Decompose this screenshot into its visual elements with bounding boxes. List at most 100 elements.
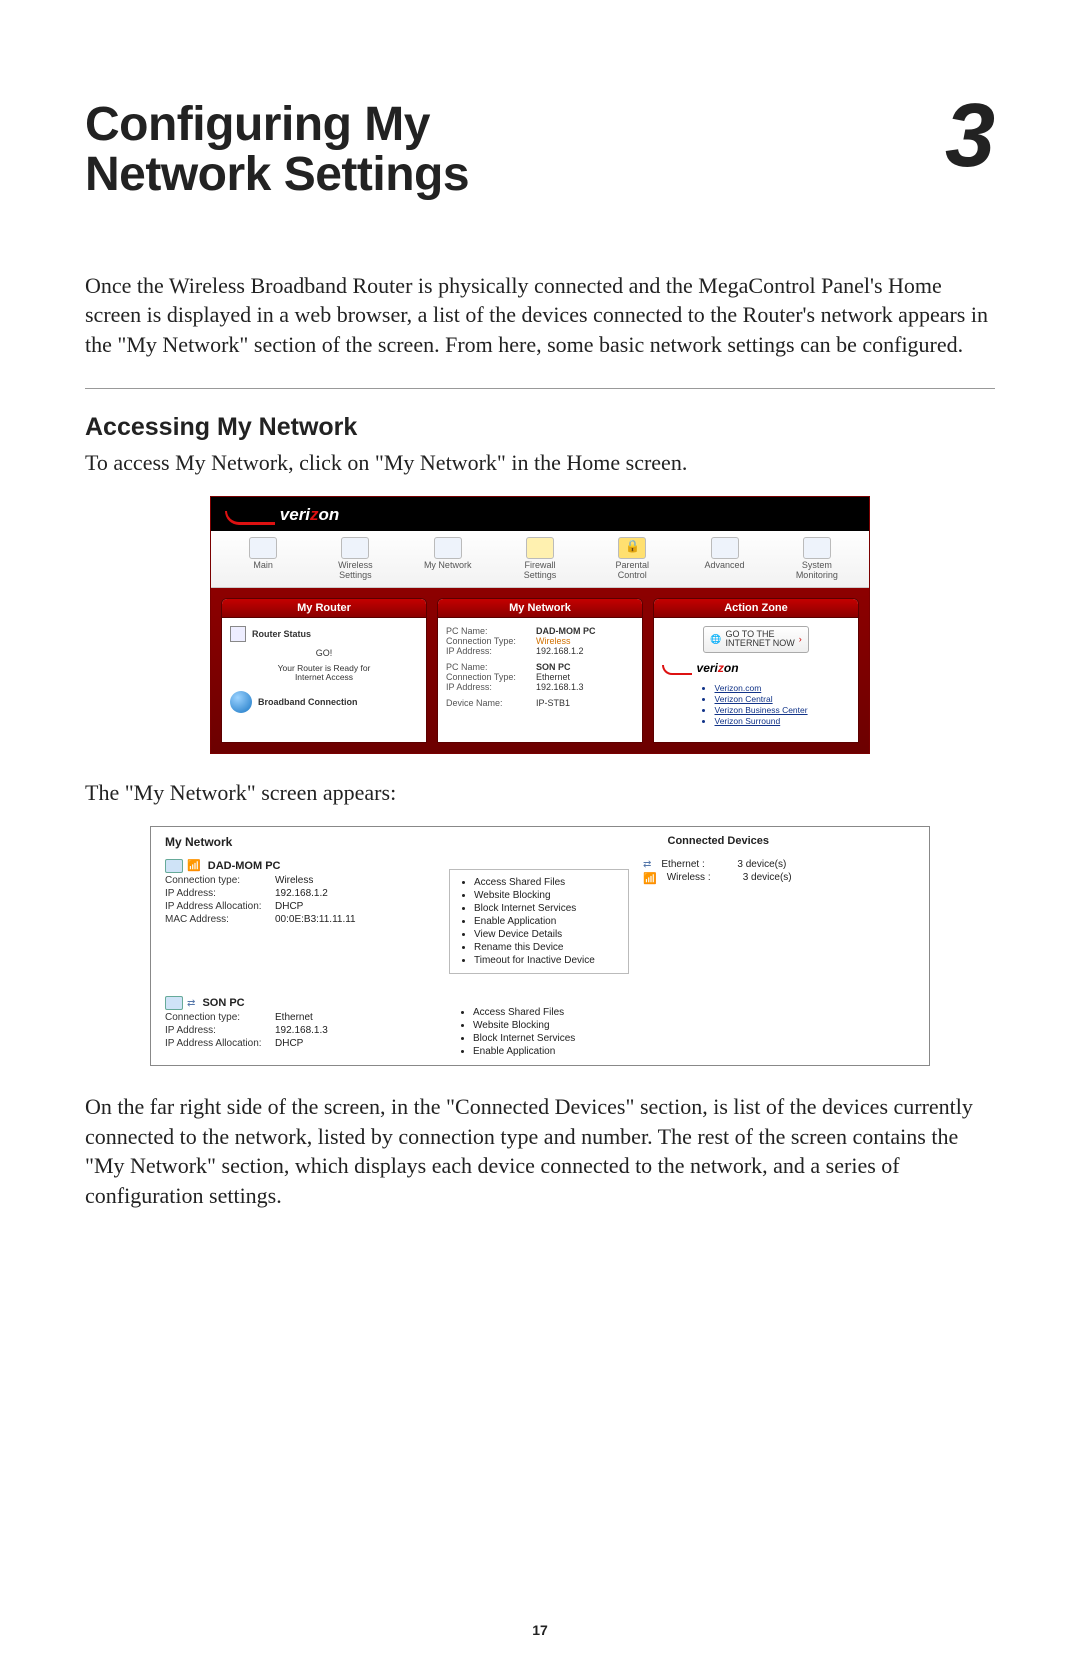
tab-main[interactable]: Main bbox=[217, 537, 309, 581]
closing-paragraph: On the far right side of the screen, in … bbox=[85, 1092, 995, 1211]
action-link[interactable]: View Device Details bbox=[474, 928, 618, 941]
intro-paragraph: Once the Wireless Broadband Router is ph… bbox=[85, 271, 995, 360]
kv-val: 192.168.1.3 bbox=[275, 1025, 328, 1036]
go-label[interactable]: GO! bbox=[230, 648, 418, 658]
chapter-title-line2: Network Settings bbox=[85, 150, 469, 200]
verizon-swoosh-icon bbox=[662, 665, 692, 675]
ethernet-icon: ⇄ bbox=[187, 998, 195, 1009]
action-link[interactable]: Timeout for Inactive Device bbox=[474, 954, 618, 967]
kv-val: DHCP bbox=[275, 1038, 303, 1049]
link-verizon-surround[interactable]: Verizon Surround bbox=[702, 716, 850, 726]
panel-action-zone: Action Zone 🌐 GO TO THE INTERNET NOW › v… bbox=[653, 598, 859, 743]
connected-devices-title: Connected Devices bbox=[668, 835, 769, 847]
tab-main-label: Main bbox=[253, 560, 273, 570]
dev-name-value: SON PC bbox=[536, 662, 571, 672]
link-verizon-central[interactable]: Verizon Central bbox=[702, 694, 850, 704]
panel-my-network: My Network PC Name:DAD-MOM PC Connection… bbox=[437, 598, 643, 743]
action-link[interactable]: Access Shared Files bbox=[473, 1006, 619, 1019]
link-verizon-business[interactable]: Verizon Business Center bbox=[702, 705, 850, 715]
connected-counts: ⇄Ethernet :3 device(s) 📶Wireless :3 devi… bbox=[643, 859, 853, 984]
chapter-header: Configuring My Network Settings 3 bbox=[85, 100, 995, 201]
router-status-label: Router Status bbox=[252, 629, 311, 639]
wifi-icon: 📶 bbox=[187, 860, 201, 872]
kv-val: DHCP bbox=[275, 901, 303, 912]
broadband-label: Broadband Connection bbox=[258, 697, 358, 707]
globe-icon bbox=[230, 691, 252, 713]
kv-key: IP Address: bbox=[165, 888, 275, 899]
between-caption: The "My Network" screen appears: bbox=[85, 780, 995, 806]
dev-name-value: IP-STB1 bbox=[536, 698, 570, 708]
verizon-swoosh-icon bbox=[225, 511, 275, 525]
chapter-title-line1: Configuring My bbox=[85, 100, 469, 150]
device-name: DAD-MOM PC bbox=[208, 860, 281, 872]
count-value: 3 device(s) bbox=[743, 872, 792, 885]
chevron-right-icon: › bbox=[799, 634, 802, 644]
network-icon bbox=[434, 537, 462, 559]
device-entry: PC Name:SON PC Connection Type:Ethernet … bbox=[446, 662, 634, 692]
kv-val: Ethernet bbox=[275, 1012, 313, 1023]
dev-ip-value: 192.168.1.2 bbox=[536, 646, 584, 656]
dashboard-toolbar: Main Wireless Settings My Network Firewa… bbox=[211, 531, 869, 588]
tab-advanced[interactable]: Advanced bbox=[678, 537, 770, 581]
fig2-title: My Network bbox=[165, 835, 915, 849]
figure-router-dashboard: verizon Main Wireless Settings My Networ… bbox=[210, 496, 870, 754]
verizon-header-bar: verizon bbox=[211, 497, 869, 531]
device-name: SON PC bbox=[202, 997, 244, 1009]
device-detail: ⇄ SON PC Connection type:Ethernet IP Add… bbox=[165, 996, 435, 1066]
kv-val: Wireless bbox=[275, 875, 313, 886]
tab-system-monitoring[interactable]: System Monitoring bbox=[771, 537, 863, 581]
dev-ip-label: IP Address: bbox=[446, 682, 536, 692]
link-verizon-com[interactable]: Verizon.com bbox=[702, 683, 850, 693]
device-actions: Access Shared Files Website Blocking Blo… bbox=[449, 1006, 629, 1064]
logo-text-b: z bbox=[310, 505, 319, 524]
dev-ct-value: Wireless bbox=[536, 636, 571, 646]
wifi-icon: 📶 bbox=[643, 872, 657, 885]
tab-my-network[interactable]: My Network bbox=[402, 537, 494, 581]
tab-parental-control[interactable]: Parental Control bbox=[586, 537, 678, 581]
action-link[interactable]: Enable Application bbox=[474, 915, 618, 928]
kv-val: 192.168.1.2 bbox=[275, 888, 328, 899]
logo-text-c: on bbox=[319, 505, 340, 524]
device-actions: Access Shared Files Website Blocking Blo… bbox=[449, 869, 629, 974]
globe-small-icon: 🌐 bbox=[710, 634, 721, 645]
count-label: Ethernet : bbox=[661, 859, 731, 870]
action-link[interactable]: Enable Application bbox=[473, 1045, 619, 1058]
figure-my-network-list: My Network Connected Devices 📶 DAD-MOM P… bbox=[150, 826, 930, 1066]
section-rule bbox=[85, 388, 995, 389]
pc-icon bbox=[165, 996, 183, 1010]
count-label: Wireless : bbox=[667, 872, 737, 885]
pc-icon bbox=[165, 859, 183, 873]
logo-text-a: veri bbox=[280, 505, 310, 524]
action-link[interactable]: Block Internet Services bbox=[473, 1032, 619, 1045]
tab-wireless-label: Wireless Settings bbox=[338, 560, 373, 580]
verizon-logo: verizon bbox=[225, 505, 339, 525]
action-link[interactable]: Website Blocking bbox=[474, 889, 618, 902]
kv-key: IP Address Allocation: bbox=[165, 1038, 275, 1049]
tab-advanced-label: Advanced bbox=[705, 560, 745, 570]
tab-wireless-settings[interactable]: Wireless Settings bbox=[309, 537, 401, 581]
advanced-icon bbox=[711, 537, 739, 559]
dev-ip-value: 192.168.1.3 bbox=[536, 682, 584, 692]
action-links: Verizon.com Verizon Central Verizon Busi… bbox=[662, 683, 850, 726]
chapter-number: 3 bbox=[945, 96, 995, 177]
panel-network-title: My Network bbox=[438, 599, 642, 618]
router-ready-msg: Your Router is Ready for Internet Access bbox=[230, 664, 418, 684]
kv-val: 00:0E:B3:11.11.11 bbox=[275, 914, 356, 925]
go-to-internet-button[interactable]: 🌐 GO TO THE INTERNET NOW › bbox=[703, 626, 809, 653]
page-number: 17 bbox=[0, 1622, 1080, 1638]
kv-key: MAC Address: bbox=[165, 914, 275, 925]
action-link[interactable]: Rename this Device bbox=[474, 941, 618, 954]
tab-firewall-settings[interactable]: Firewall Settings bbox=[494, 537, 586, 581]
section-lead: To access My Network, click on "My Netwo… bbox=[85, 450, 995, 476]
action-link[interactable]: Access Shared Files bbox=[474, 876, 618, 889]
kv-key: IP Address Allocation: bbox=[165, 901, 275, 912]
tab-parental-label: Parental Control bbox=[616, 560, 650, 580]
action-link[interactable]: Block Internet Services bbox=[474, 902, 618, 915]
tab-mynetwork-label: My Network bbox=[424, 560, 472, 570]
panel-my-router: My Router Router Status GO! Your Router … bbox=[221, 598, 427, 743]
kv-key: IP Address: bbox=[165, 1025, 275, 1036]
action-link[interactable]: Website Blocking bbox=[473, 1019, 619, 1032]
kv-key: Connection type: bbox=[165, 1012, 275, 1023]
tab-firewall-label: Firewall Settings bbox=[524, 560, 557, 580]
tab-system-label: System Monitoring bbox=[796, 560, 838, 580]
